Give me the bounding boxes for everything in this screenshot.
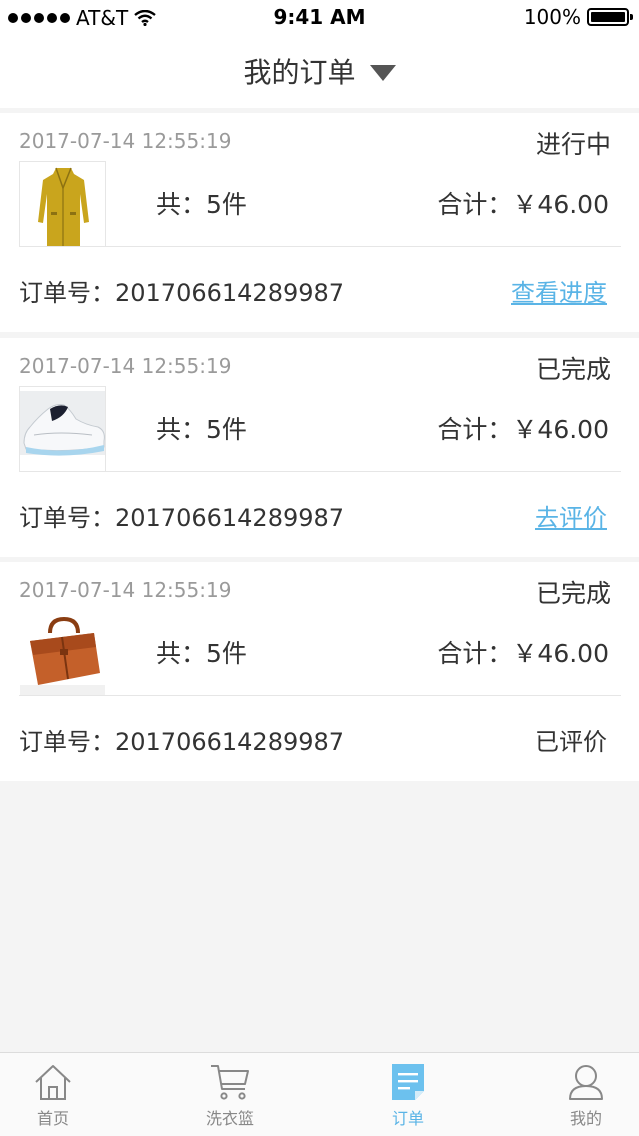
- order-card[interactable]: 2017-07-14 12:55:19 已完成 共：5件 合计：￥46.00 订…: [0, 338, 639, 557]
- bag-image: [20, 611, 105, 695]
- order-total: 合计：￥46.00: [437, 415, 609, 444]
- tab-label: 订单: [391, 1109, 424, 1128]
- profile-icon: [569, 1065, 603, 1100]
- order-card[interactable]: 2017-07-14 12:55:19 进行中 共：5件 合计：￥46.00 订…: [0, 113, 639, 332]
- tab-label: 首页: [36, 1109, 69, 1128]
- home-icon: [35, 1065, 71, 1100]
- tab-home[interactable]: 首页: [0, 1063, 113, 1129]
- cart-icon: [211, 1065, 249, 1100]
- battery-percent: 100%: [523, 5, 581, 29]
- page-title: 我的订单: [243, 56, 356, 89]
- order-filter-dropdown[interactable]: 我的订单: [243, 51, 396, 91]
- divider: [19, 471, 621, 472]
- order-total: 合计：￥46.00: [437, 639, 609, 668]
- product-thumbnail-sneaker[interactable]: [19, 386, 106, 472]
- order-time: 2017-07-14 12:55:19: [19, 578, 232, 602]
- order-status: 已完成: [535, 579, 611, 608]
- order-time: 2017-07-14 12:55:19: [19, 129, 232, 153]
- status-right: 100%: [523, 5, 633, 29]
- divider: [19, 246, 621, 247]
- tab-label: 我的: [569, 1109, 602, 1128]
- order-total: 合计：￥46.00: [437, 190, 609, 219]
- order-status: 已完成: [535, 355, 611, 384]
- product-thumbnail-bag[interactable]: [19, 610, 106, 696]
- item-count: 共：5件: [156, 415, 247, 444]
- status-bar: AT&T 9:41 AM 100%: [0, 0, 639, 34]
- order-number: 订单号：201706614289987: [19, 728, 345, 756]
- order-status: 进行中: [535, 130, 611, 159]
- tab-label: 洗衣篮: [205, 1109, 254, 1128]
- divider: [19, 695, 621, 696]
- product-thumbnail-coat[interactable]: [19, 161, 106, 247]
- order-number: 订单号：201706614289987: [19, 279, 345, 307]
- tab-orders[interactable]: 订单: [348, 1063, 468, 1129]
- tab-bar: 首页 洗衣篮 订单 我的: [0, 1052, 639, 1136]
- coat-image: [20, 162, 105, 246]
- reviewed-label: 已评价: [535, 728, 607, 756]
- tab-profile[interactable]: 我的: [526, 1063, 639, 1129]
- order-number: 订单号：201706614289987: [19, 504, 345, 532]
- view-progress-link[interactable]: 查看进度: [511, 273, 607, 308]
- dropdown-caret-icon: [369, 64, 396, 81]
- tab-laundry-basket[interactable]: 洗衣篮: [170, 1063, 290, 1129]
- order-time: 2017-07-14 12:55:19: [19, 354, 232, 378]
- item-count: 共：5件: [156, 639, 247, 668]
- order-card[interactable]: 2017-07-14 12:55:19 已完成 共：5件 合计：￥46.00 订…: [0, 562, 639, 781]
- order-icon: [392, 1064, 424, 1100]
- battery-icon: [587, 8, 633, 26]
- item-count: 共：5件: [156, 190, 247, 219]
- sneaker-image: [20, 387, 105, 471]
- write-review-link[interactable]: 去评价: [535, 498, 607, 533]
- nav-bar: 我的订单: [0, 34, 639, 108]
